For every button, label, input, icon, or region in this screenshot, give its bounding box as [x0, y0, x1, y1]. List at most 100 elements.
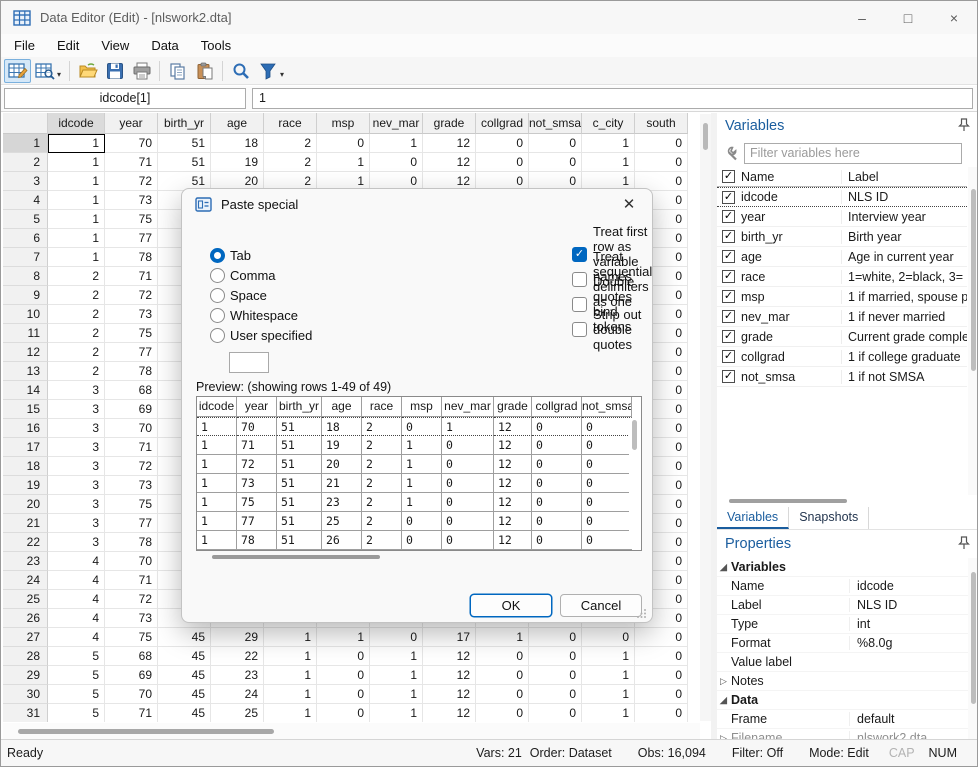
variable-checkbox[interactable]: ✓ [722, 230, 735, 243]
grid-cell[interactable]: 1 [264, 647, 317, 666]
row-header-24[interactable]: 24 [3, 571, 48, 590]
grid-cell[interactable]: 1 [317, 628, 370, 647]
radio-user-specified[interactable]: User specified [210, 325, 312, 345]
variable-checkbox[interactable]: ✓ [722, 310, 735, 323]
grid-cell[interactable]: 0 [370, 153, 423, 172]
expanded-triangle-icon[interactable]: ◢ [717, 695, 731, 706]
scrollbar-thumb[interactable] [18, 729, 274, 734]
grid-cell[interactable]: 1 [264, 685, 317, 704]
grid-cell[interactable]: 0 [529, 153, 582, 172]
variables-vertical-scrollbar[interactable] [968, 167, 978, 495]
variables-horizontal-scrollbar[interactable] [717, 496, 967, 505]
row-header-28[interactable]: 28 [3, 647, 48, 666]
maximize-button[interactable]: □ [885, 1, 931, 34]
grid-cell[interactable]: 3 [48, 514, 105, 533]
grid-cell[interactable]: 12 [423, 685, 476, 704]
grid-cell[interactable]: 2 [264, 134, 317, 153]
property-row[interactable]: Value label [717, 653, 978, 672]
grid-cell[interactable]: 75 [105, 495, 158, 514]
grid-cell[interactable]: 0 [635, 647, 688, 666]
grid-cell[interactable]: 72 [105, 286, 158, 305]
open-button[interactable] [74, 59, 101, 83]
grid-cell[interactable]: 1 [48, 134, 105, 153]
grid-cell[interactable]: 73 [105, 476, 158, 495]
grid-cell[interactable]: 1 [48, 229, 105, 248]
radio-space[interactable]: Space [210, 285, 312, 305]
grid-cell[interactable]: 3 [48, 419, 105, 438]
column-header-grade[interactable]: grade [423, 113, 476, 134]
variable-row-collgrad[interactable]: ✓collgrad1 if college graduate [717, 347, 967, 367]
preview-horizontal-scrollbar[interactable] [196, 553, 642, 562]
grid-cell[interactable]: 1 [48, 172, 105, 191]
row-header-4[interactable]: 4 [3, 191, 48, 210]
variable-row-race[interactable]: ✓race1=white, 2=black, 3= [717, 267, 967, 287]
grid-cell[interactable]: 0 [476, 134, 529, 153]
cell-value-box[interactable]: 1 [252, 88, 973, 109]
column-header-nev_mar[interactable]: nev_mar [370, 113, 423, 134]
grid-cell[interactable]: 1 [476, 628, 529, 647]
grid-cell[interactable]: 70 [105, 134, 158, 153]
variable-checkbox[interactable]: ✓ [722, 191, 735, 204]
row-header-10[interactable]: 10 [3, 305, 48, 324]
grid-cell[interactable]: 71 [105, 153, 158, 172]
pin-icon[interactable] [958, 118, 970, 132]
property-row[interactable]: Format%8.0g [717, 634, 978, 653]
row-header-8[interactable]: 8 [3, 267, 48, 286]
row-header-20[interactable]: 20 [3, 495, 48, 514]
grid-cell[interactable]: 12 [423, 666, 476, 685]
scrollbar-thumb[interactable] [703, 123, 708, 150]
grid-cell[interactable]: 0 [529, 704, 582, 722]
variable-row-idcode[interactable]: ✓idcodeNLS ID [717, 187, 967, 207]
grid-cell[interactable]: 0 [529, 666, 582, 685]
grid-cell[interactable]: 70 [105, 552, 158, 571]
grid-cell[interactable]: 2 [48, 343, 105, 362]
grid-cell[interactable]: 1 [48, 210, 105, 229]
grid-cell[interactable]: 1 [264, 704, 317, 722]
column-header-collgrad[interactable]: collgrad [476, 113, 529, 134]
grid-cell[interactable]: 51 [158, 134, 211, 153]
menu-edit[interactable]: Edit [46, 35, 90, 56]
grid-cell[interactable]: 0 [370, 628, 423, 647]
filter-dropdown-caret[interactable]: ▾ [280, 70, 284, 79]
grid-cell[interactable]: 23 [211, 666, 264, 685]
paste-button[interactable] [191, 59, 218, 83]
properties-section-data[interactable]: ◢Data [717, 691, 978, 710]
variable-checkbox[interactable]: ✓ [722, 370, 735, 383]
grid-cell[interactable]: 0 [476, 153, 529, 172]
grid-cell[interactable]: 71 [105, 571, 158, 590]
scrollbar-thumb[interactable] [632, 420, 637, 450]
column-header-race[interactable]: race [264, 113, 317, 134]
grid-cell[interactable]: 1 [370, 704, 423, 722]
grid-cell[interactable]: 0 [476, 704, 529, 722]
radio-button[interactable] [210, 308, 225, 323]
column-header-age[interactable]: age [211, 113, 264, 134]
grid-cell[interactable]: 72 [105, 590, 158, 609]
row-header-31[interactable]: 31 [3, 704, 48, 722]
grid-cell[interactable]: 72 [105, 457, 158, 476]
grid-cell[interactable]: 5 [48, 685, 105, 704]
property-row[interactable]: Nameidcode [717, 577, 978, 596]
variable-checkbox[interactable]: ✓ [722, 210, 735, 223]
tab-variables[interactable]: Variables [717, 507, 789, 529]
radio-button[interactable] [210, 288, 225, 303]
grid-cell[interactable]: 1 [370, 685, 423, 704]
grid-cell[interactable]: 1 [370, 666, 423, 685]
grid-cell[interactable]: 12 [423, 704, 476, 722]
grid-cell[interactable]: 78 [105, 248, 158, 267]
grid-cell[interactable]: 12 [423, 134, 476, 153]
grid-cell[interactable]: 0 [476, 666, 529, 685]
wrench-icon[interactable] [723, 146, 738, 161]
grid-cell[interactable]: 1 [582, 685, 635, 704]
grid-cell[interactable]: 0 [635, 153, 688, 172]
row-header-15[interactable]: 15 [3, 400, 48, 419]
row-header-19[interactable]: 19 [3, 476, 48, 495]
grid-cell[interactable]: 1 [370, 647, 423, 666]
radio-tab[interactable]: Tab [210, 245, 312, 265]
row-header-16[interactable]: 16 [3, 419, 48, 438]
grid-cell[interactable]: 71 [105, 704, 158, 722]
print-button[interactable] [128, 59, 155, 83]
row-header-18[interactable]: 18 [3, 457, 48, 476]
grid-cell[interactable]: 4 [48, 628, 105, 647]
grid-cell[interactable]: 68 [105, 647, 158, 666]
property-row[interactable]: ▷Notes [717, 672, 978, 691]
